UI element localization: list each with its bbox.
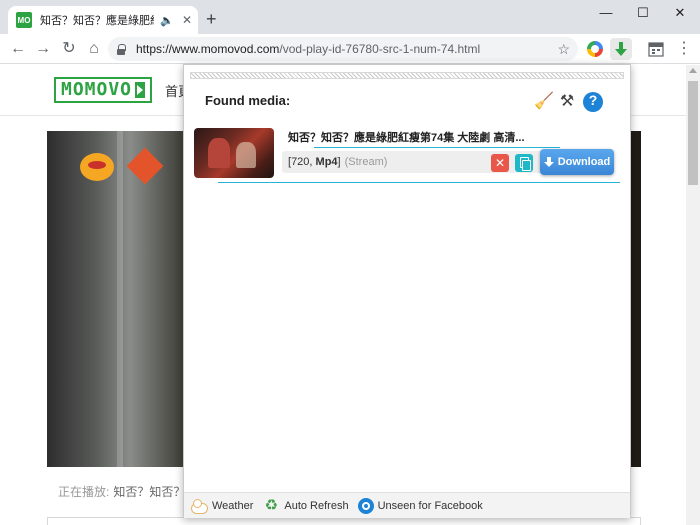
scroll-thumb[interactable] — [688, 81, 698, 185]
channel-badge-icon — [126, 147, 164, 185]
now-playing: 正在播放: 知否？知否？ — [58, 483, 185, 500]
tab-title: 知否？知否？應是綠肥紅瘦第74集 — [40, 15, 154, 27]
maximize-button[interactable]: ☐ — [632, 4, 654, 22]
weather-link[interactable]: Weather — [190, 498, 253, 514]
media-format: [720, Mp4] — [288, 156, 341, 168]
download-button[interactable]: Download — [540, 149, 614, 175]
broom-icon[interactable]: 🧹 — [534, 92, 554, 112]
remove-button[interactable]: ✕ — [491, 154, 509, 172]
media-title: 知否？知否？應是綠肥紅瘦第74集 大陸劇 高清... — [288, 132, 525, 144]
minimize-button[interactable]: — — [595, 4, 617, 22]
site-favicon-icon: MO — [16, 12, 32, 28]
unseen-link[interactable]: Unseen for Facebook — [357, 497, 483, 514]
video-downloader-extension-icon[interactable] — [610, 38, 632, 60]
reload-button[interactable]: ↻ — [59, 39, 79, 59]
video-frame-detail — [117, 131, 123, 467]
media-thumbnail — [194, 128, 274, 178]
logo-play-icon — [135, 82, 146, 98]
browser-toolbar: ← → ↻ ⌂ https://www.momovod.com/vod-play… — [0, 34, 700, 64]
found-media-popup: Found media: 🧹 ⚒ ? 知否？知否？應是綠肥紅瘦第74集 大陸劇 … — [183, 64, 631, 518]
lock-icon — [116, 43, 126, 55]
weather-icon — [190, 498, 208, 514]
auto-refresh-link[interactable]: ♻ Auto Refresh — [262, 496, 349, 514]
site-logo-text: MOMOVO — [61, 79, 133, 100]
now-playing-value[interactable]: 知否？知否？ — [113, 485, 185, 499]
auto-refresh-label: Auto Refresh — [284, 499, 349, 512]
unseen-label: Unseen for Facebook — [377, 499, 483, 512]
page-panel — [47, 517, 641, 525]
tab-close-icon[interactable]: ✕ — [182, 13, 192, 27]
page-scrollbar[interactable] — [686, 65, 700, 525]
popup-heading: Found media: — [205, 93, 291, 108]
tv-station-logo — [80, 153, 114, 181]
forward-button[interactable]: → — [33, 39, 53, 59]
site-logo[interactable]: MOMOVO — [54, 77, 153, 103]
popup-drag-handle[interactable] — [190, 72, 624, 79]
media-type: (Stream) — [344, 156, 388, 168]
help-icon[interactable]: ? — [583, 92, 603, 112]
browser-menu-icon[interactable]: ⋮ — [676, 39, 692, 57]
item-divider — [218, 182, 620, 183]
unseen-icon — [357, 497, 374, 514]
new-tab-button[interactable]: + — [206, 10, 217, 28]
address-bar[interactable]: https://www.momovod.com/vod-play-id-7678… — [108, 37, 578, 61]
recycle-icon: ♻ — [264, 496, 279, 514]
media-item: 知否？知否？應是綠肥紅瘦第74集 大陸劇 高清... [720, Mp4] (S… — [194, 127, 620, 187]
now-playing-label: 正在播放: — [58, 485, 110, 499]
copy-link-button[interactable] — [515, 154, 533, 172]
browser-tab[interactable]: MO 知否？知否？應是綠肥紅瘦第74集 🔈 ✕ — [8, 6, 198, 34]
download-arrow-icon — [543, 156, 554, 168]
back-button[interactable]: ← — [8, 39, 28, 59]
download-label: Download — [557, 156, 611, 168]
calendar-extension-icon[interactable] — [648, 41, 664, 57]
window-close-button[interactable]: ✕ — [669, 4, 691, 22]
bookmark-star-icon[interactable]: ☆ — [557, 41, 570, 58]
color-extension-icon[interactable] — [587, 41, 603, 57]
media-format-row: [720, Mp4] (Stream) — [282, 151, 552, 173]
home-button[interactable]: ⌂ — [84, 39, 104, 59]
speaker-icon[interactable]: 🔈 — [160, 14, 174, 27]
tools-icon[interactable]: ⚒ — [557, 92, 577, 112]
weather-label: Weather — [212, 499, 254, 512]
popup-footer: Weather ♻ Auto Refresh Unseen for Facebo… — [184, 492, 630, 518]
scroll-up-icon[interactable] — [689, 68, 697, 73]
title-underline — [314, 147, 560, 148]
tab-strip: MO 知否？知否？應是綠肥紅瘦第74集 🔈 ✕ + — ☐ ✕ — [0, 0, 700, 34]
url-text: https://www.momovod.com/vod-play-id-7678… — [136, 42, 481, 56]
